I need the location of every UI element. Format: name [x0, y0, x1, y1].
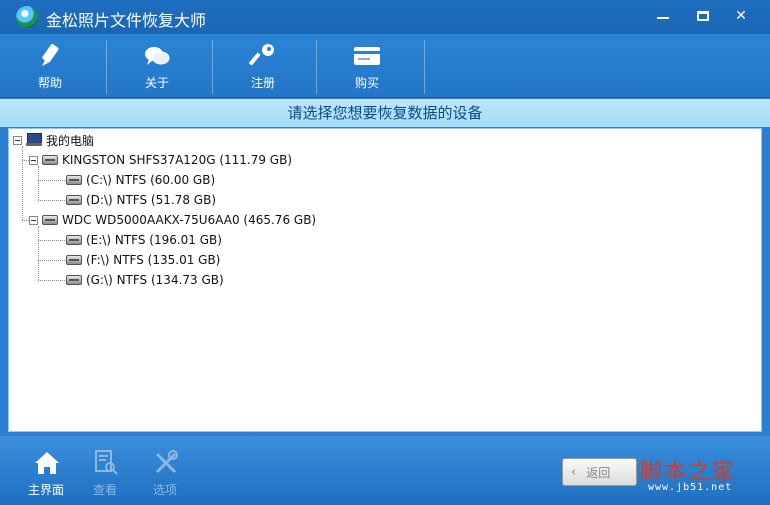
register-label: 注册: [250, 76, 275, 90]
title-bar: 金松照片文件恢复大师 ✕: [0, 0, 770, 34]
page-heading: 请选择您想要恢复数据的设备: [0, 99, 770, 127]
tree-node-partition[interactable]: (E:\) NTFS (196.01 GB): [66, 231, 222, 249]
tree-connector: [38, 180, 65, 181]
tree-connector: [38, 260, 65, 261]
tree-node-my-computer[interactable]: 我的电脑: [13, 131, 94, 149]
watermark-url: www.jb51.net: [648, 482, 733, 493]
bottom-navigation-bar: 主界面 查看 选项 ‹ 返回 脚本之家 www.jb51.net: [0, 436, 770, 505]
tools-icon: [155, 450, 178, 474]
tab-label: 主界面: [27, 483, 64, 497]
back-button[interactable]: ‹ 返回: [562, 458, 637, 486]
register-button[interactable]: 注册: [213, 34, 313, 98]
partition-icon: [66, 195, 82, 205]
tree-node-label: (D:\) NTFS (51.78 GB): [86, 193, 216, 207]
tree-node-partition[interactable]: (F:\) NTFS (135.01 GB): [66, 251, 220, 269]
buy-button[interactable]: 购买: [317, 34, 417, 98]
hard-disk-icon: [42, 155, 58, 165]
back-label: 返回: [586, 465, 611, 480]
home-icon: [35, 452, 59, 474]
tree-connector: [38, 200, 65, 201]
toolbar-divider: [424, 40, 425, 94]
hard-disk-icon: [42, 215, 58, 225]
collapse-icon[interactable]: [29, 215, 38, 225]
pencil-icon: [42, 44, 59, 66]
partition-icon: [66, 175, 82, 185]
buy-label: 购买: [354, 76, 379, 90]
document-search-icon: [95, 450, 118, 475]
window-title: 金松照片文件恢复大师: [46, 11, 207, 30]
key-icon: [249, 44, 274, 66]
tree-node-label: (C:\) NTFS (60.00 GB): [86, 173, 216, 187]
toolbar: 帮助 关于 注册 购买: [0, 34, 770, 98]
tree-connector: [38, 166, 39, 200]
tree-node-disk[interactable]: KINGSTON SHFS37A120G (111.79 GB): [29, 151, 292, 169]
partition-icon: [66, 275, 82, 285]
maximize-icon: [697, 11, 709, 21]
tree-node-label: (E:\) NTFS (196.01 GB): [86, 233, 222, 247]
maximize-button[interactable]: [688, 4, 718, 28]
collapse-icon[interactable]: [29, 155, 38, 165]
card-icon: [354, 47, 380, 65]
tab-home[interactable]: 主界面: [18, 444, 74, 500]
chat-bubbles-icon: [145, 47, 170, 65]
watermark: 脚本之家 www.jb51.net: [640, 454, 765, 498]
about-button[interactable]: 关于: [107, 34, 207, 98]
partition-icon: [66, 255, 82, 265]
tab-label: 查看: [92, 483, 117, 497]
partition-icon: [66, 235, 82, 245]
tree-node-partition[interactable]: (D:\) NTFS (51.78 GB): [66, 191, 216, 209]
tree-connector: [38, 226, 39, 280]
tab-view[interactable]: 查看: [77, 444, 133, 500]
chevron-left-icon: ‹: [571, 464, 577, 480]
collapse-icon[interactable]: [13, 135, 22, 145]
tree-node-label: KINGSTON SHFS37A120G (111.79 GB): [62, 153, 293, 167]
tree-node-label: (G:\) NTFS (134.73 GB): [86, 273, 224, 287]
tab-options[interactable]: 选项: [137, 444, 193, 500]
close-icon: ✕: [735, 8, 747, 24]
tree-node-label: WDC WD5000AAKX-75U6AA0 (465.76 GB): [62, 213, 317, 227]
app-logo-icon: [16, 6, 38, 28]
tree-node-disk[interactable]: WDC WD5000AAKX-75U6AA0 (465.76 GB): [29, 211, 316, 229]
device-tree-panel: 我的电脑 KINGSTON SHFS37A120G (111.79 GB) (C…: [8, 128, 762, 432]
help-button[interactable]: 帮助: [0, 34, 100, 98]
device-tree: 我的电脑 KINGSTON SHFS37A120G (111.79 GB) (C…: [9, 129, 763, 429]
tree-connector: [22, 146, 23, 220]
tree-node-label: 我的电脑: [46, 133, 95, 148]
tree-connector: [38, 240, 65, 241]
minimize-icon: [657, 17, 669, 19]
computer-icon: [26, 133, 42, 147]
close-button[interactable]: ✕: [726, 4, 756, 28]
minimize-button[interactable]: [648, 4, 678, 28]
tree-node-partition[interactable]: (C:\) NTFS (60.00 GB): [66, 171, 215, 189]
tree-connector: [38, 280, 65, 281]
about-label: 关于: [144, 76, 169, 90]
tab-label: 选项: [152, 483, 177, 497]
help-label: 帮助: [37, 76, 62, 90]
tree-node-partition[interactable]: (G:\) NTFS (134.73 GB): [66, 271, 224, 289]
tree-node-label: (F:\) NTFS (135.01 GB): [86, 253, 221, 267]
